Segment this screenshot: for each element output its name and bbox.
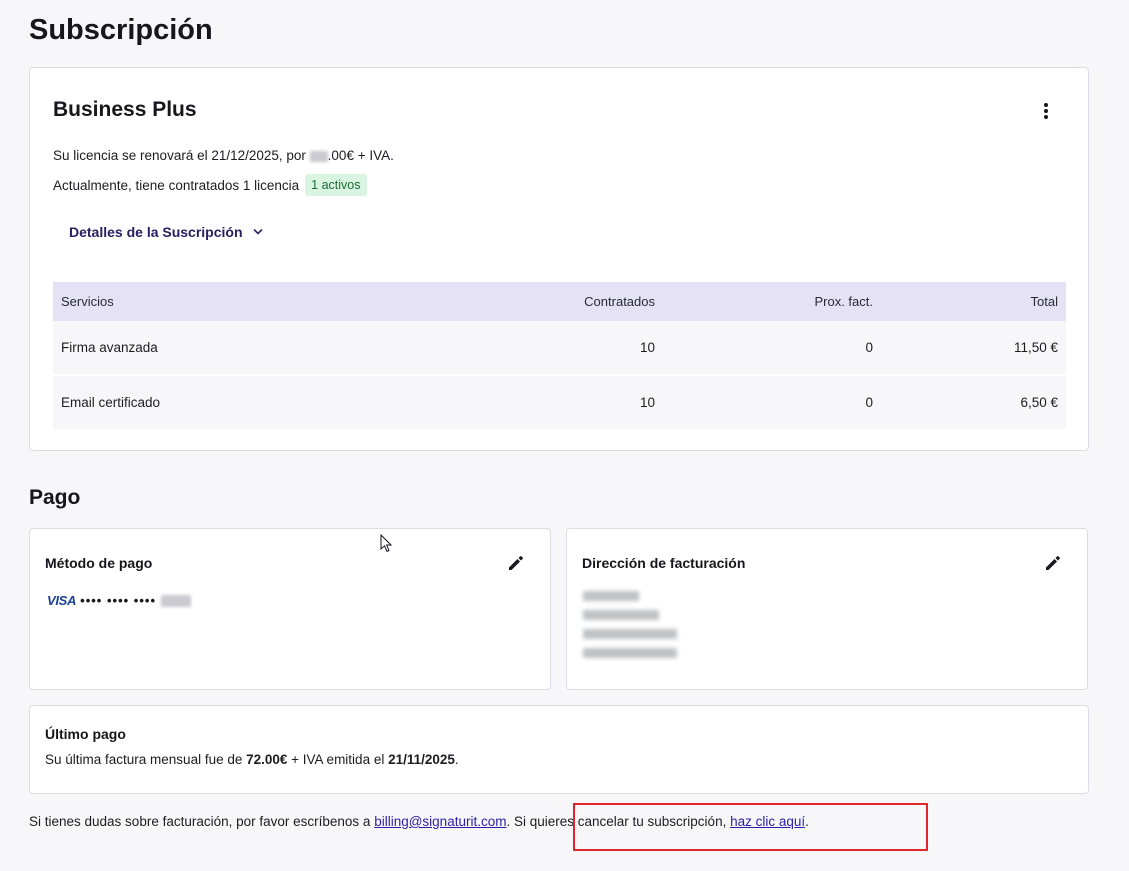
- service-name: Email certificado: [61, 395, 161, 410]
- last-payment-text-2: + IVA emitida el: [287, 752, 389, 767]
- billing-address-heading: Dirección de facturación: [582, 555, 746, 571]
- card-info: VISA •••• •••• ••••: [47, 593, 191, 608]
- last-payment-text-3: .: [454, 752, 459, 767]
- mouse-pointer-icon: [380, 534, 393, 553]
- service-total: 11,50 €: [1013, 340, 1058, 355]
- licenses-label: Actualmente, tiene contratados 1 licenci…: [53, 177, 300, 193]
- subscription-card: Business Plus Su licencia se renovará el…: [29, 67, 1089, 451]
- table-row: Email certificado 10 0 6,50 €: [53, 375, 1066, 429]
- service-contracted: 10: [639, 340, 655, 355]
- highlight-annotation: [573, 803, 928, 851]
- chevron-down-icon: [253, 229, 262, 235]
- table-row: Firma avanzada 10 0 11,50 €: [53, 321, 1066, 375]
- redacted-card-digits: [160, 594, 191, 607]
- last-payment-text-1: Su última factura mensual fue de: [45, 752, 247, 767]
- service-contracted: 10: [639, 395, 655, 410]
- renewal-amount: .00€ + IVA.: [327, 148, 394, 163]
- active-badge: 1 activos: [305, 174, 367, 196]
- table-header-row: Servicios Contratados Prox. fact. Total: [53, 282, 1066, 321]
- payment-section-title: Pago: [29, 486, 81, 509]
- last-payment-heading: Último pago: [45, 726, 126, 742]
- card-mask: •••• •••• ••••: [80, 593, 161, 608]
- page-title: Subscripción: [29, 14, 213, 46]
- last-payment-amount: 72.00€: [246, 752, 288, 767]
- redacted-amount: [309, 150, 328, 162]
- kebab-menu-icon[interactable]: [1036, 100, 1056, 122]
- service-total: 6,50 €: [1020, 395, 1058, 410]
- pencil-icon[interactable]: [506, 553, 526, 573]
- service-next-invoice: 0: [865, 340, 873, 355]
- visa-logo: VISA: [47, 593, 77, 608]
- header-total: Total: [1030, 294, 1058, 309]
- last-payment-card: Último pago Su última factura mensual fu…: [29, 705, 1089, 794]
- footer-text-1: Si tienes dudas sobre facturación, por f…: [29, 814, 375, 829]
- renewal-text: Su licencia se renovará el 21/12/2025, p…: [53, 148, 394, 163]
- last-payment-date: 21/11/2025: [388, 752, 455, 767]
- subscription-details-toggle[interactable]: Detalles de la Suscripción: [69, 224, 263, 240]
- payment-method-heading: Método de pago: [45, 555, 153, 571]
- last-payment-text: Su última factura mensual fue de 72.00€ …: [45, 752, 459, 767]
- services-table: Servicios Contratados Prox. fact. Total …: [53, 282, 1066, 429]
- header-next-invoice: Prox. fact.: [814, 294, 873, 309]
- billing-email-link[interactable]: billing@signaturit.com: [374, 814, 506, 829]
- header-contracted: Contratados: [584, 294, 655, 309]
- details-label: Detalles de la Suscripción: [69, 224, 243, 240]
- renewal-prefix: Su licencia se renovará el 21/12/2025, p…: [53, 148, 310, 163]
- pencil-icon[interactable]: [1043, 553, 1063, 573]
- header-services: Servicios: [61, 294, 114, 309]
- redacted-address: [583, 591, 677, 667]
- service-name: Firma avanzada: [61, 340, 158, 355]
- plan-name: Business Plus: [53, 98, 197, 121]
- payment-method-card: Método de pago VISA •••• •••• ••••: [29, 528, 551, 690]
- billing-address-card: Dirección de facturación: [566, 528, 1088, 690]
- licenses-text: Actualmente, tiene contratados 1 licenci…: [53, 174, 367, 196]
- service-next-invoice: 0: [865, 395, 873, 410]
